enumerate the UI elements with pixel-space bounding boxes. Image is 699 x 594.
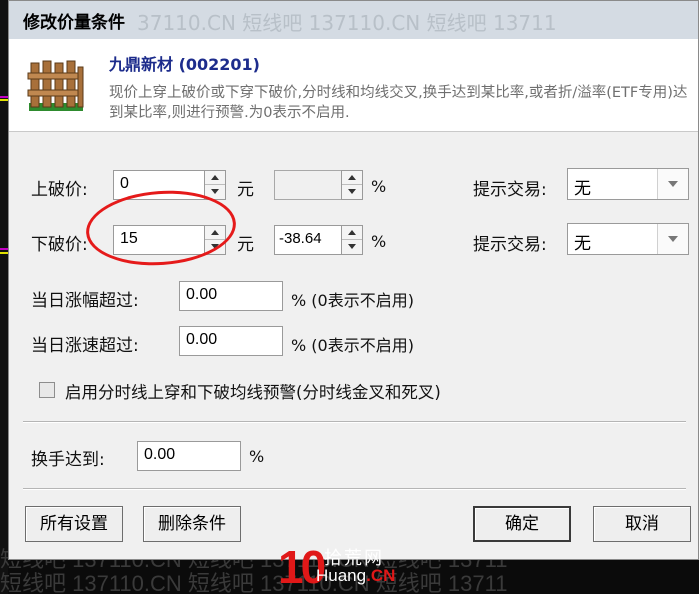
rise-speed-input[interactable]: 0.00 xyxy=(179,326,283,356)
dialog-title: 修改价量条件 xyxy=(23,13,125,33)
upper-break-label: 上破价: xyxy=(31,180,88,200)
lower-break-pct-input[interactable]: -38.64 xyxy=(274,225,342,255)
upper-break-pct-unit: % xyxy=(371,177,387,196)
cancel-button[interactable]: 取消 xyxy=(593,506,691,542)
background-chart-strip xyxy=(0,0,8,594)
upper-trade-value: 无 xyxy=(574,179,591,199)
rise-amp-label: 当日涨幅超过: xyxy=(31,291,139,311)
annotation-circle xyxy=(83,185,239,271)
turnover-input[interactable]: 0.00 xyxy=(137,441,241,471)
lower-trade-value: 无 xyxy=(574,234,591,254)
cross-alert-label: 启用分时线上穿和下破均线预警(分时线金叉和死叉) xyxy=(65,383,441,402)
rise-speed-hint: % (0表示不启用) xyxy=(291,336,414,355)
lower-break-pct-spinner[interactable] xyxy=(341,225,363,255)
logo-en-main: Huang xyxy=(316,566,367,585)
upper-break-unit: 元 xyxy=(237,180,254,200)
ok-button[interactable]: 确定 xyxy=(473,506,571,542)
turnover-unit: % xyxy=(249,447,265,466)
lower-break-label: 下破价: xyxy=(31,235,88,255)
all-settings-button[interactable]: 所有设置 xyxy=(25,506,123,542)
lower-trade-label: 提示交易: xyxy=(473,235,547,255)
cross-alert-checkbox[interactable] xyxy=(39,382,55,398)
titlebar-watermark: 37110.CN 短线吧 137110.CN 短线吧 13711 xyxy=(137,11,557,35)
upper-break-pct-spinner[interactable] xyxy=(341,170,363,200)
delete-condition-button[interactable]: 删除条件 xyxy=(143,506,241,542)
rise-amp-input[interactable]: 0.00 xyxy=(179,281,283,311)
modify-price-condition-dialog: 37110.CN 短线吧 137110.CN 短线吧 13711 修改价量条件 … xyxy=(8,0,699,560)
lower-break-pct-unit: % xyxy=(371,232,387,251)
rise-speed-label: 当日涨速超过: xyxy=(31,336,139,356)
logo-en-dot: .CN xyxy=(366,566,396,585)
turnover-label: 换手达到: xyxy=(31,450,105,470)
condition-description: 现价上穿上破价或下穿下破价,分时线和均线交叉,换手达到某比率,或者折/溢率(ET… xyxy=(109,85,688,121)
divider xyxy=(23,488,686,490)
rise-amp-hint: % (0表示不启用) xyxy=(291,291,414,310)
dialog-titlebar[interactable]: 37110.CN 短线吧 137110.CN 短线吧 13711 修改价量条件 xyxy=(9,1,698,40)
fence-icon xyxy=(27,60,84,111)
divider xyxy=(23,421,686,423)
chevron-down-icon[interactable] xyxy=(657,224,688,254)
logo-en-text: Huang.CN xyxy=(316,566,395,586)
dialog-header: 九鼎新材 (002201) 现价上穿上破价或下穿下破价,分时线和均线交叉,换手达… xyxy=(9,39,698,132)
upper-trade-label: 提示交易: xyxy=(473,180,547,200)
lower-break-unit: 元 xyxy=(237,235,254,255)
site-logo: 10 拾荒网 Huang.CN xyxy=(278,541,428,594)
upper-trade-select[interactable]: 无 xyxy=(567,168,689,200)
upper-break-pct-input[interactable] xyxy=(274,170,342,200)
chevron-down-icon[interactable] xyxy=(657,169,688,199)
lower-trade-select[interactable]: 无 xyxy=(567,223,689,255)
stock-title: 九鼎新材 (002201) xyxy=(109,55,260,74)
